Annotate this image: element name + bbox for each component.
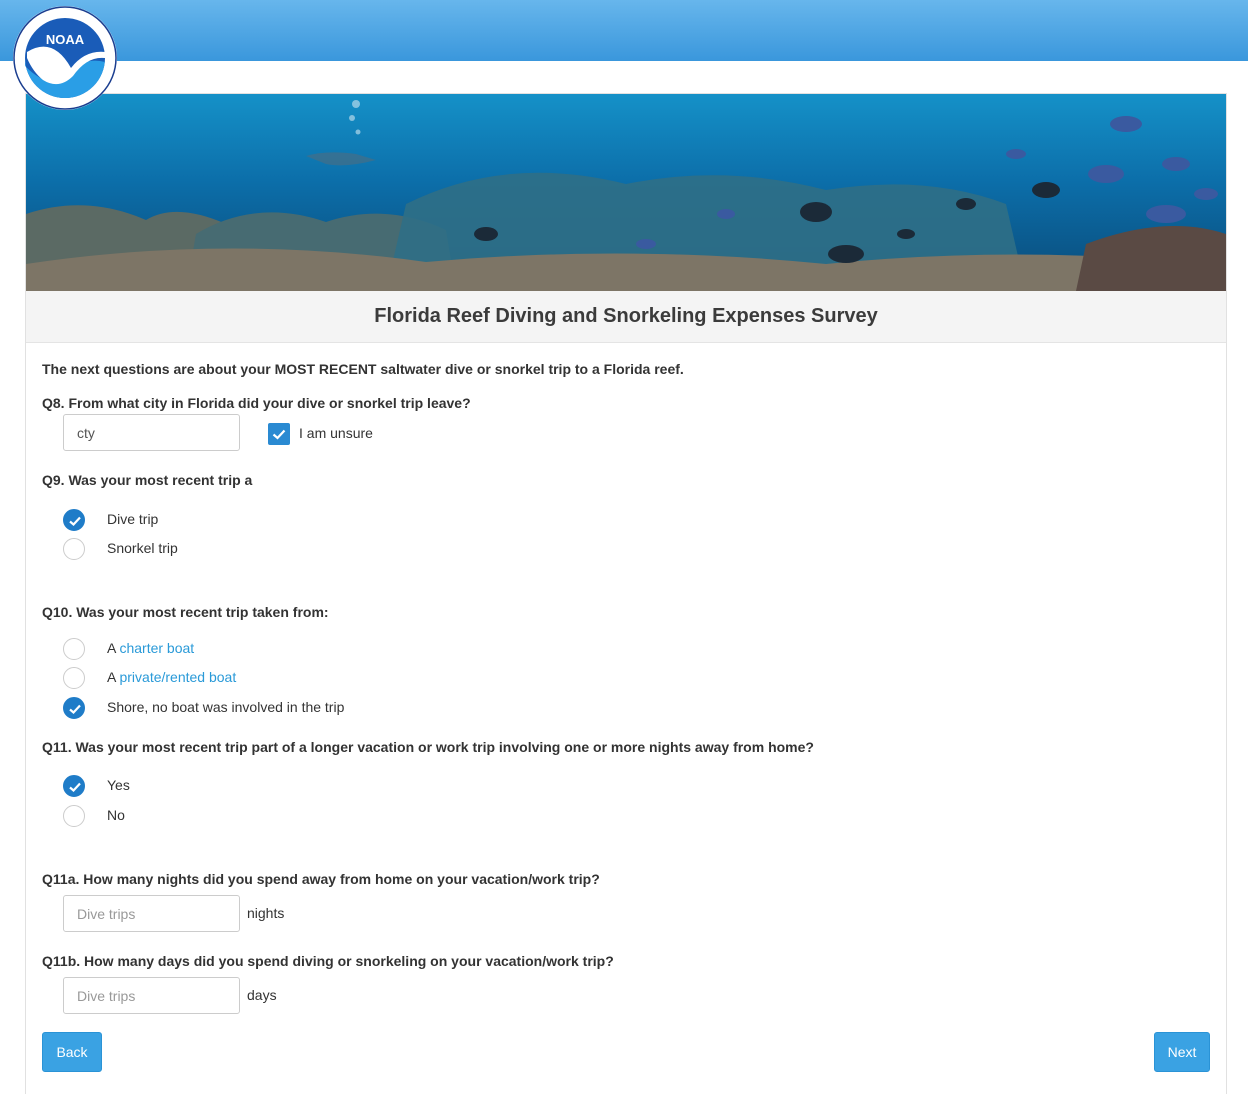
reef-banner-image	[26, 94, 1226, 291]
q9-option-label: Snorkel trip	[107, 540, 178, 556]
checkmark-icon	[69, 704, 81, 715]
q11a-unit-label: nights	[247, 905, 285, 921]
q9-radio-snorkel-trip[interactable]	[63, 538, 85, 560]
q8-unsure-label: I am unsure	[299, 425, 373, 441]
q11b-unit-label: days	[247, 987, 277, 1003]
q8-city-input[interactable]	[63, 414, 240, 451]
intro-text: The next questions are about your MOST R…	[42, 361, 684, 377]
q11b-days-input[interactable]	[63, 977, 240, 1014]
back-button[interactable]: Back	[42, 1032, 102, 1072]
q9-option-label: Dive trip	[107, 511, 159, 527]
q8-unsure-checkbox[interactable]	[268, 423, 290, 445]
q11-radio-yes[interactable]	[63, 775, 85, 797]
q10-radio-shore[interactable]	[63, 697, 85, 719]
q11-label: Q11. Was your most recent trip part of a…	[42, 739, 814, 755]
checkmark-icon	[69, 516, 81, 527]
q11-option-label: No	[107, 807, 125, 823]
svg-text:NOAA: NOAA	[46, 32, 85, 47]
top-header-bar	[0, 0, 1248, 61]
q9-radio-dive-trip[interactable]	[63, 509, 85, 531]
noaa-logo-icon: NOAA	[13, 6, 117, 110]
option-prefix: A	[107, 669, 120, 685]
q10-radio-charter-boat[interactable]	[63, 638, 85, 660]
q11-radio-no[interactable]	[63, 805, 85, 827]
private-rented-boat-link[interactable]: private/rented boat	[119, 669, 236, 685]
q11b-label: Q11b. How many days did you spend diving…	[42, 953, 614, 969]
q10-option-charter: A charter boat	[107, 640, 194, 656]
checkmark-icon	[272, 429, 286, 440]
noaa-logo: NOAA	[13, 6, 117, 110]
q11-option-label: Yes	[107, 777, 130, 793]
q10-label: Q10. Was your most recent trip taken fro…	[42, 604, 329, 620]
charter-boat-link[interactable]: charter boat	[119, 640, 194, 656]
q10-radio-private-boat[interactable]	[63, 667, 85, 689]
checkmark-icon	[69, 782, 81, 793]
q9-label: Q9. Was your most recent trip a	[42, 472, 253, 488]
next-button[interactable]: Next	[1154, 1032, 1210, 1072]
survey-title: Florida Reef Diving and Snorkeling Expen…	[26, 291, 1226, 343]
q10-option-label: Shore, no boat was involved in the trip	[107, 699, 345, 715]
option-prefix: A	[107, 640, 120, 656]
q11a-label: Q11a. How many nights did you spend away…	[42, 871, 600, 887]
survey-card: Florida Reef Diving and Snorkeling Expen…	[25, 93, 1227, 1094]
q11a-nights-input[interactable]	[63, 895, 240, 932]
q8-label: Q8. From what city in Florida did your d…	[42, 395, 471, 411]
q10-option-private: A private/rented boat	[107, 669, 236, 685]
